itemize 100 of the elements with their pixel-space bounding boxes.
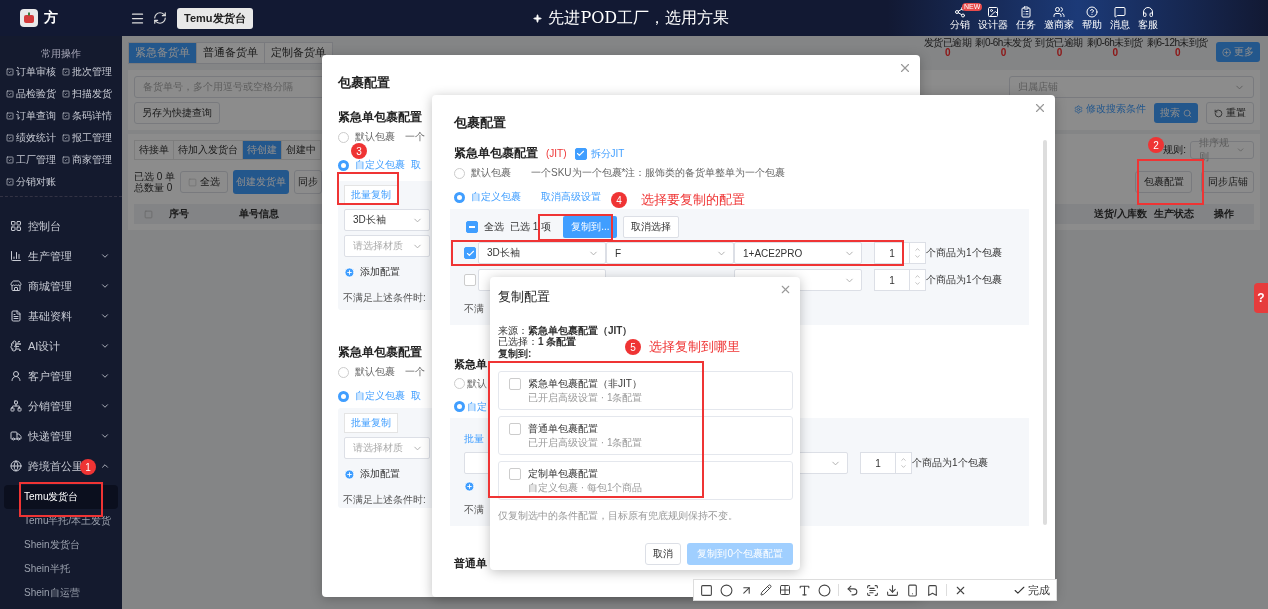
status-tab[interactable]: 创建中 (281, 140, 321, 160)
circle-icon[interactable] (720, 583, 733, 597)
order-tab[interactable]: 定制备货单 (264, 42, 333, 64)
select-all-button[interactable]: 全选 (180, 171, 229, 193)
chevron-down-icon[interactable] (100, 371, 110, 381)
target-title: 定制单包裹配置 (528, 468, 599, 480)
chevron-down-icon[interactable] (100, 401, 110, 411)
menu-item[interactable]: 控制台 (28, 218, 61, 234)
quick-link[interactable]: 条码详情 (62, 110, 118, 122)
sync-button[interactable]: 同步 (294, 170, 323, 194)
radio-button[interactable] (454, 378, 465, 389)
menu-item[interactable]: 商城管理 (28, 278, 72, 294)
checkbox[interactable] (464, 274, 476, 286)
quick-link[interactable]: 批次管理 (62, 66, 118, 78)
checkbox[interactable] (509, 468, 521, 480)
sync-shop-button[interactable]: 同步店铺 (1201, 171, 1254, 193)
share-icon (954, 5, 966, 18)
number-stepper[interactable]: 1 (874, 269, 926, 291)
toolbar-button[interactable]: 客服 (1138, 5, 1158, 31)
target-option[interactable]: 紧急单包裹配置（非JIT） 已开启高级设置 · 1条配置 (498, 371, 793, 410)
checkbox-icon (6, 178, 14, 186)
menu-item[interactable]: 基础资料 (28, 308, 72, 324)
radio-button[interactable] (338, 390, 349, 402)
toolbar-button[interactable]: 邀商家 (1044, 5, 1074, 31)
radio-label[interactable]: 默认 (467, 376, 487, 391)
quick-link[interactable]: 商家管理 (62, 154, 118, 166)
add-config-link[interactable]: 添加配置 (360, 467, 400, 481)
select-field[interactable]: 3D长袖 (344, 209, 430, 231)
toolbar-button[interactable]: 任务 (1016, 5, 1036, 31)
toolbar-button[interactable]: 帮助 (1082, 5, 1102, 31)
quick-link[interactable]: 报工管理 (62, 132, 118, 144)
radio-button[interactable] (338, 131, 349, 143)
cancel-selection-button[interactable]: 取消选择 (623, 216, 680, 238)
order-tab[interactable]: 普通备货单 (196, 42, 265, 64)
quick-link[interactable]: 绩效统计 (6, 132, 62, 144)
radio-label[interactable]: 默认包裹 (355, 365, 395, 379)
checkbox[interactable] (466, 221, 478, 233)
quick-link[interactable]: 工厂管理 (6, 154, 62, 166)
refresh-icon[interactable] (153, 11, 167, 25)
radio-label[interactable]: 默认包裹 (471, 166, 511, 180)
checkbox[interactable] (464, 247, 476, 259)
toolbar-button[interactable]: 消息 (1110, 5, 1130, 31)
submenu-item[interactable]: Shein半托 (4, 557, 118, 581)
menu-item[interactable]: 快递管理 (28, 428, 72, 444)
phone-icon[interactable] (906, 583, 919, 597)
submenu-item[interactable]: Temu发货台 (4, 485, 118, 509)
scan-icon[interactable] (866, 583, 879, 597)
select-all-label[interactable]: 全选 (484, 220, 504, 234)
radio-button[interactable] (454, 401, 465, 412)
chevron-down-icon[interactable] (100, 281, 110, 291)
checkbox[interactable] (509, 378, 521, 390)
chevron-down-icon[interactable] (100, 311, 110, 321)
help-tab[interactable]: ? (1254, 283, 1268, 313)
radio-label[interactable]: 默认包裹 (355, 130, 395, 144)
quick-link[interactable]: 订单审核 (6, 66, 62, 78)
target-option[interactable]: 普通单包裹配置 已开启高级设置 · 1条配置 (498, 416, 793, 455)
rectangle-icon[interactable] (700, 583, 713, 597)
reset-button[interactable]: 重置 (1206, 102, 1254, 124)
radio-button[interactable] (338, 366, 349, 378)
chevron-down-icon[interactable] (100, 341, 110, 351)
menu-item[interactable]: 客户管理 (28, 368, 72, 384)
submenu-item[interactable]: Shein发货台 (4, 533, 118, 557)
pencil-icon[interactable] (760, 584, 772, 596)
quick-link[interactable]: 分销对账 (6, 176, 62, 188)
submenu-item[interactable]: Shein自运营 (4, 581, 118, 605)
checkbox[interactable] (574, 147, 587, 160)
menu-icon[interactable] (130, 10, 145, 26)
chevron-down-icon[interactable] (100, 431, 110, 441)
download-icon[interactable] (886, 583, 899, 597)
quick-link[interactable]: 扫描发货 (62, 88, 118, 100)
radio-button[interactable] (454, 191, 465, 203)
undo-icon[interactable] (846, 583, 859, 597)
number-stepper[interactable]: 1 (860, 452, 912, 474)
menu-item[interactable]: AI设计 (28, 338, 61, 354)
save-query-button[interactable]: 另存为快捷查询 (134, 102, 220, 124)
close-button[interactable] (779, 283, 792, 296)
status-tab[interactable]: 待加入发货台 (173, 140, 243, 160)
status-tab[interactable]: 待接单 (134, 140, 174, 160)
done-button[interactable]: 完成 (1013, 582, 1050, 598)
chevron-up-icon[interactable] (100, 461, 110, 471)
add-config-link[interactable]: 添加配置 (360, 265, 400, 279)
radio-button[interactable] (454, 167, 465, 179)
text-icon[interactable] (798, 583, 811, 597)
radio-button[interactable] (338, 159, 349, 171)
target-option[interactable]: 定制单包裹配置 自定义包裹 · 每包1个商品 (498, 461, 793, 500)
select-field[interactable]: 3D长袖 (478, 242, 606, 264)
quick-link[interactable]: 订单查询 (6, 110, 62, 122)
menu-item[interactable]: 分销管理 (28, 398, 72, 414)
select-field[interactable]: 1+ACE2PRO (734, 242, 862, 264)
quick-link[interactable]: 品检验货 (6, 88, 62, 100)
package-config-button[interactable]: 包裹配置 (1135, 171, 1192, 193)
bookmark-icon[interactable] (926, 583, 939, 597)
number-stepper[interactable]: 1 (874, 242, 926, 264)
cancel-button[interactable]: 取消 (645, 543, 682, 565)
chevron-down-icon[interactable] (100, 251, 110, 261)
menu-item[interactable]: 生产管理 (28, 248, 72, 264)
mosaic-icon[interactable] (779, 584, 791, 596)
headset-icon (1142, 5, 1154, 18)
checkbox[interactable] (509, 423, 521, 435)
select-field[interactable]: F (606, 242, 734, 264)
